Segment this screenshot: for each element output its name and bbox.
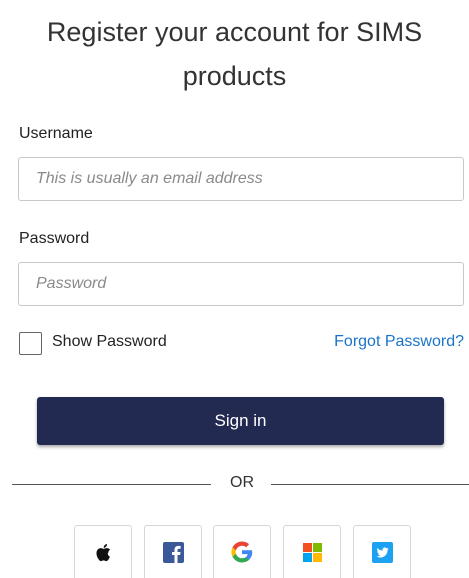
username-label: Username (19, 125, 93, 142)
facebook-login-button[interactable] (144, 525, 202, 578)
divider-line-right (271, 484, 469, 485)
microsoft-login-button[interactable] (283, 525, 341, 578)
facebook-icon (162, 541, 184, 563)
forgot-password-link[interactable]: Forgot Password? (334, 332, 464, 352)
or-divider-label: OR (230, 474, 254, 491)
show-password-label[interactable]: Show Password (52, 332, 167, 352)
divider-line-left (12, 484, 211, 485)
show-password-checkbox[interactable] (19, 332, 42, 355)
microsoft-icon (302, 542, 322, 562)
sign-in-button[interactable]: Sign in (37, 397, 444, 445)
apple-login-button[interactable] (74, 525, 132, 578)
google-icon (231, 541, 253, 563)
google-login-button[interactable] (213, 525, 271, 578)
apple-icon (95, 543, 111, 562)
twitter-icon (371, 541, 393, 563)
password-input[interactable] (18, 262, 464, 306)
twitter-login-button[interactable] (353, 525, 411, 578)
password-label: Password (19, 230, 90, 247)
page-title: Register your account for SIMS products (46, 17, 423, 91)
username-input[interactable] (18, 157, 464, 201)
